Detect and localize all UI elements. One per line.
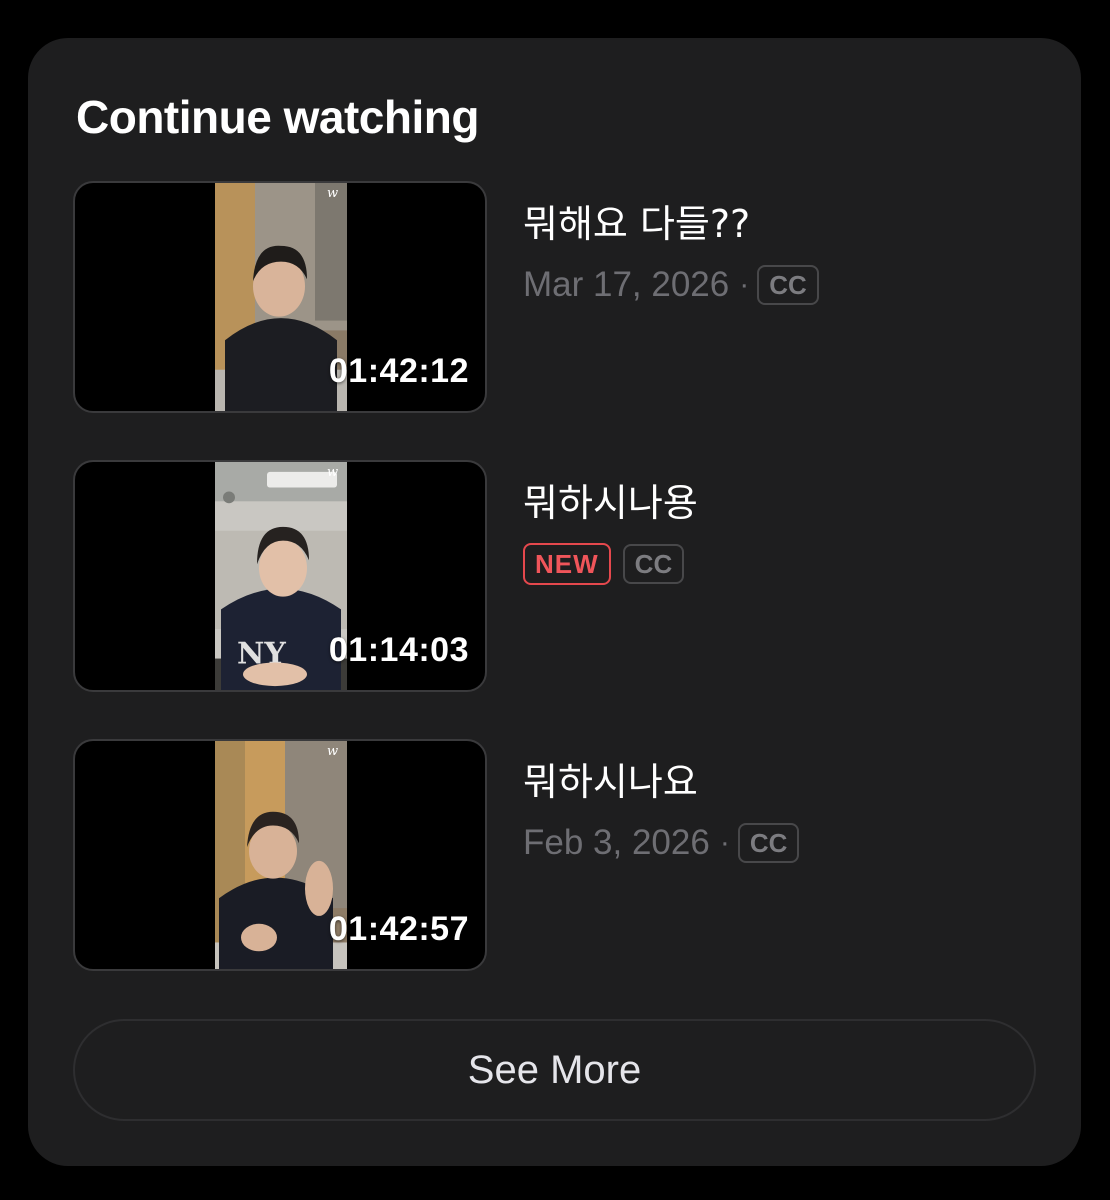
video-thumbnail[interactable]: w 01:42:57 xyxy=(73,739,487,971)
cc-badge: CC xyxy=(737,823,800,863)
continue-watching-card: Continue watching w 01:42:12 뭐해요 다들?? Ma… xyxy=(28,38,1081,1166)
video-meta: NEW CC xyxy=(523,542,685,586)
video-frame-image: w xyxy=(215,183,347,411)
svg-text:w: w xyxy=(327,186,338,201)
video-item[interactable]: NY w 01:14:03 뭐하시나용 NEW CC xyxy=(73,460,1033,694)
video-meta: Mar 17, 2026 · CC xyxy=(523,263,819,307)
see-more-button[interactable]: See More xyxy=(73,1019,1036,1121)
svg-text:w: w xyxy=(327,744,338,759)
video-date: Mar 17, 2026 xyxy=(523,265,730,304)
video-frame-image: NY w xyxy=(215,462,347,690)
video-title[interactable]: 뭐해요 다들?? xyxy=(523,193,750,248)
video-item[interactable]: w 01:42:57 뭐하시나요 Feb 3, 2026 · CC xyxy=(73,739,1033,973)
cc-badge: CC xyxy=(757,265,819,305)
svg-text:w: w xyxy=(327,465,338,480)
video-thumbnail[interactable]: NY w 01:14:03 xyxy=(73,460,487,692)
meta-separator: · xyxy=(739,268,750,301)
video-duration: 01:42:12 xyxy=(328,352,469,390)
video-duration: 01:14:03 xyxy=(328,631,469,669)
video-title[interactable]: 뭐하시나용 xyxy=(523,472,698,527)
video-date: Feb 3, 2026 xyxy=(523,823,710,862)
cc-badge: CC xyxy=(622,544,685,584)
section-title: Continue watching xyxy=(76,91,479,143)
video-frame-image: w xyxy=(215,741,347,969)
new-badge: NEW xyxy=(523,543,611,585)
video-title[interactable]: 뭐하시나요 xyxy=(523,751,698,806)
video-meta: Feb 3, 2026 · CC xyxy=(523,821,800,865)
video-item[interactable]: w 01:42:12 뭐해요 다들?? Mar 17, 2026 · CC xyxy=(73,181,1033,415)
meta-separator: · xyxy=(719,826,730,859)
video-duration: 01:42:57 xyxy=(328,910,469,948)
video-thumbnail[interactable]: w 01:42:12 xyxy=(73,181,487,413)
